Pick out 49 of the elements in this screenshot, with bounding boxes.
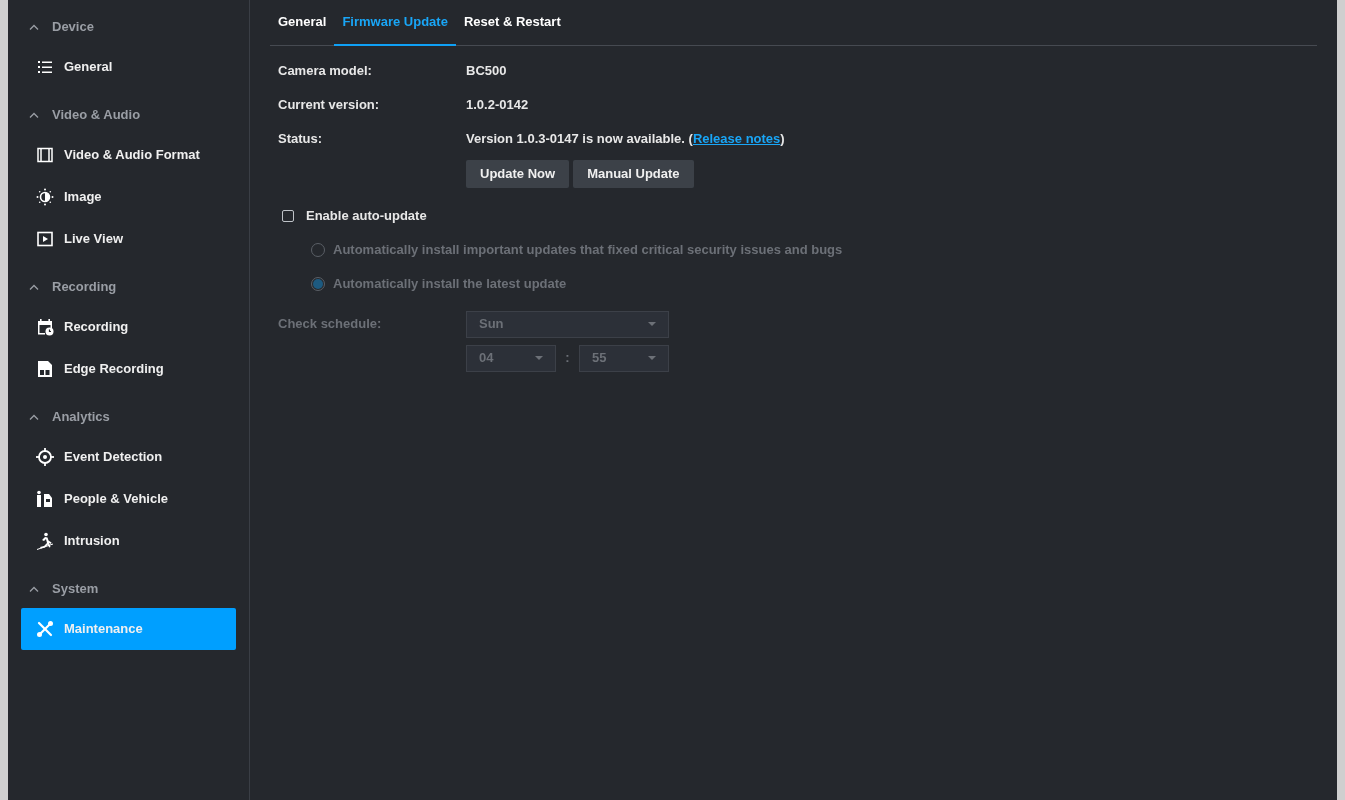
caret-icon bbox=[648, 356, 656, 360]
action-button[interactable]: Update Now bbox=[466, 160, 570, 188]
caret-icon bbox=[648, 322, 656, 326]
sidebar-item[interactable]: Event Detection bbox=[21, 436, 236, 478]
tab[interactable]: General bbox=[270, 0, 335, 46]
checkbox[interactable] bbox=[282, 210, 294, 222]
person-vehicle-icon bbox=[36, 490, 54, 508]
list-icon bbox=[37, 59, 53, 75]
action-button[interactable]: Manual Update bbox=[573, 160, 694, 188]
brightness-icon bbox=[36, 188, 54, 206]
tab[interactable]: Firmware Update bbox=[334, 0, 456, 46]
radio-label: Automatically install the latest update bbox=[333, 275, 567, 294]
sidebar-item[interactable]: Video & Audio Format bbox=[21, 134, 236, 176]
checkbox-label: Enable auto-update bbox=[306, 207, 427, 226]
sidebar-item[interactable]: People & Vehicle bbox=[21, 478, 236, 520]
film-icon bbox=[37, 147, 53, 163]
time-separator: : bbox=[564, 349, 571, 368]
sidebar-item[interactable]: Edge Recording bbox=[21, 348, 236, 390]
section-header[interactable]: Analytics bbox=[21, 398, 110, 436]
status-text: Version 1.0.3-0147 is now available. (Release notes) bbox=[466, 130, 785, 149]
radio-label: Automatically install important updates that fixed critical security issues and bugs bbox=[333, 241, 843, 260]
sd-card-icon bbox=[37, 360, 53, 378]
play-icon bbox=[37, 231, 53, 247]
field-value: BC500 bbox=[466, 62, 507, 81]
running-person-icon bbox=[36, 532, 54, 550]
section-header[interactable]: System bbox=[21, 570, 99, 608]
section-header[interactable]: Device bbox=[21, 8, 94, 46]
field-value: 1.0.2-0142 bbox=[466, 96, 529, 115]
sidebar-item[interactable]: Intrusion bbox=[21, 520, 236, 562]
tools-icon bbox=[36, 620, 54, 638]
sidebar-item[interactable]: Live View bbox=[21, 218, 236, 260]
chevron-up-icon bbox=[29, 112, 39, 118]
field-label: Check schedule: bbox=[278, 315, 383, 334]
tab[interactable]: Reset & Restart bbox=[455, 0, 569, 46]
caret-icon bbox=[535, 356, 543, 360]
section-header[interactable]: Video & Audio bbox=[21, 96, 141, 134]
crosshair-icon bbox=[36, 448, 54, 466]
sidebar-item[interactable]: Recording bbox=[21, 306, 236, 348]
field-label: Status: bbox=[278, 130, 324, 149]
sidebar-item[interactable]: General bbox=[21, 46, 236, 88]
chevron-up-icon bbox=[29, 284, 39, 290]
calendar-clock-icon bbox=[36, 318, 54, 336]
field-label: Current version: bbox=[278, 96, 381, 115]
chevron-up-icon bbox=[29, 24, 39, 30]
chevron-up-icon bbox=[29, 414, 39, 420]
field-label: Camera model: bbox=[278, 62, 373, 81]
chevron-up-icon bbox=[29, 586, 39, 592]
section-header[interactable]: Recording bbox=[21, 268, 117, 306]
sidebar-item[interactable]: Image bbox=[21, 176, 236, 218]
